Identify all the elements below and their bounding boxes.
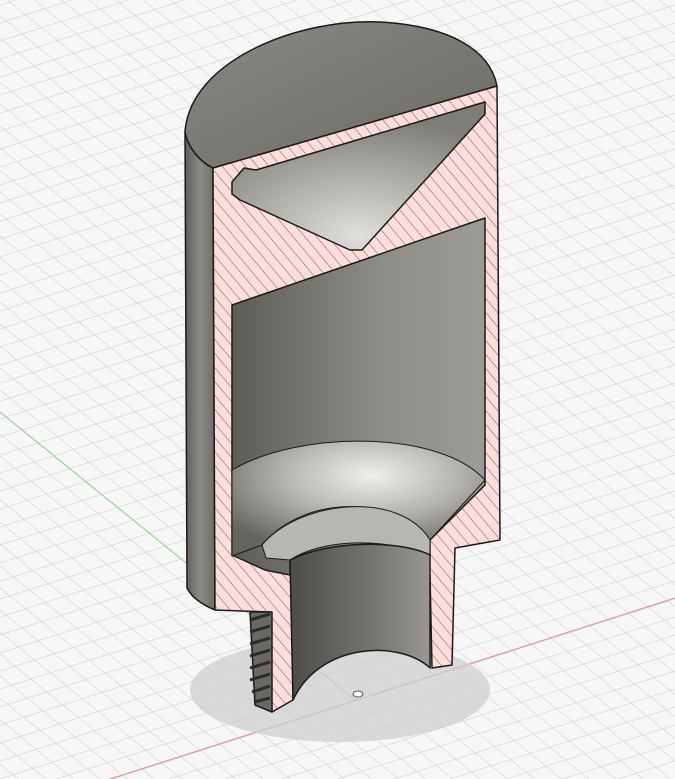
grid-line xyxy=(506,724,675,779)
grid-line xyxy=(0,741,46,779)
section-model[interactable] xyxy=(184,21,501,713)
grid-line xyxy=(468,0,675,168)
grid-line xyxy=(496,0,675,146)
grid-line xyxy=(0,719,74,779)
grid-line xyxy=(523,0,675,124)
grid-line xyxy=(0,631,182,779)
grid-line xyxy=(0,675,128,779)
grid-line xyxy=(0,609,209,779)
grid-line xyxy=(562,742,675,779)
cad-viewport[interactable] xyxy=(0,0,675,779)
grid-line xyxy=(449,706,675,779)
outer-cylinder-face xyxy=(184,131,216,611)
grid-line xyxy=(550,0,675,102)
grid-line xyxy=(0,0,129,42)
grid-line xyxy=(577,0,675,80)
origin-point-icon[interactable] xyxy=(352,690,364,698)
grid-line xyxy=(0,0,185,60)
grid-line xyxy=(0,763,19,779)
grid-line xyxy=(0,0,72,24)
grid-line xyxy=(659,0,675,14)
viewport-canvas[interactable] xyxy=(0,0,675,779)
